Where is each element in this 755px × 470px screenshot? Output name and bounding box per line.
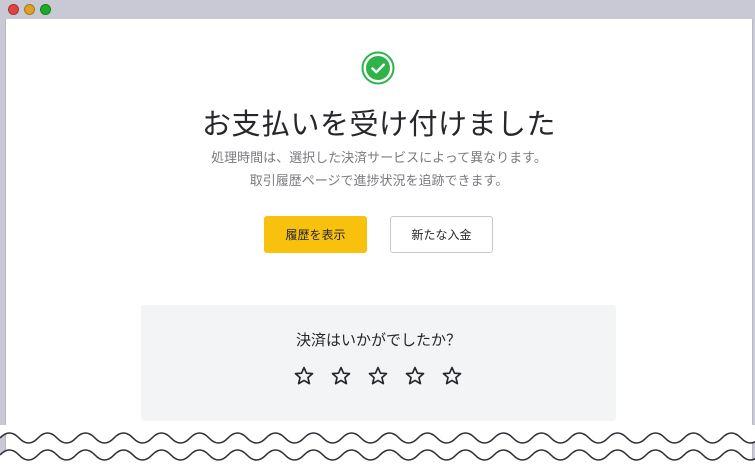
torn-edge-divider bbox=[0, 425, 755, 470]
check-circle-icon bbox=[361, 51, 395, 85]
star-rating bbox=[293, 365, 463, 387]
close-window-button[interactable] bbox=[8, 4, 19, 15]
page-content: お支払いを受け付けました 処理時間は、選択した決済サービスによって異なります。 … bbox=[5, 19, 753, 470]
star-1-icon[interactable] bbox=[293, 365, 315, 387]
star-5-icon[interactable] bbox=[441, 365, 463, 387]
new-deposit-button[interactable]: 新たな入金 bbox=[390, 216, 493, 253]
processing-time-note: 処理時間は、選択した決済サービスによって異なります。 bbox=[211, 151, 547, 166]
star-3-icon[interactable] bbox=[367, 365, 389, 387]
browser-window: お支払いを受け付けました 処理時間は、選択した決済サービスによって異なります。 … bbox=[0, 0, 755, 470]
new-deposit-label: 新たな入金 bbox=[411, 228, 472, 242]
zoom-window-button[interactable] bbox=[40, 4, 51, 15]
feedback-panel: 決済はいかがでしたか？ bbox=[141, 305, 616, 421]
view-history-button[interactable]: 履歴を表示 bbox=[264, 216, 367, 253]
history-tracking-note: 取引履歴ページで進捗状況を追跡できます。 bbox=[249, 174, 509, 189]
star-4-icon[interactable] bbox=[404, 365, 426, 387]
star-2-icon[interactable] bbox=[330, 365, 352, 387]
feedback-question: 決済はいかがでしたか？ bbox=[295, 331, 461, 349]
page-title: お支払いを受け付けました bbox=[201, 107, 556, 141]
view-history-label: 履歴を表示 bbox=[285, 228, 346, 242]
window-titlebar bbox=[0, 0, 755, 19]
minimize-window-button[interactable] bbox=[24, 4, 35, 15]
